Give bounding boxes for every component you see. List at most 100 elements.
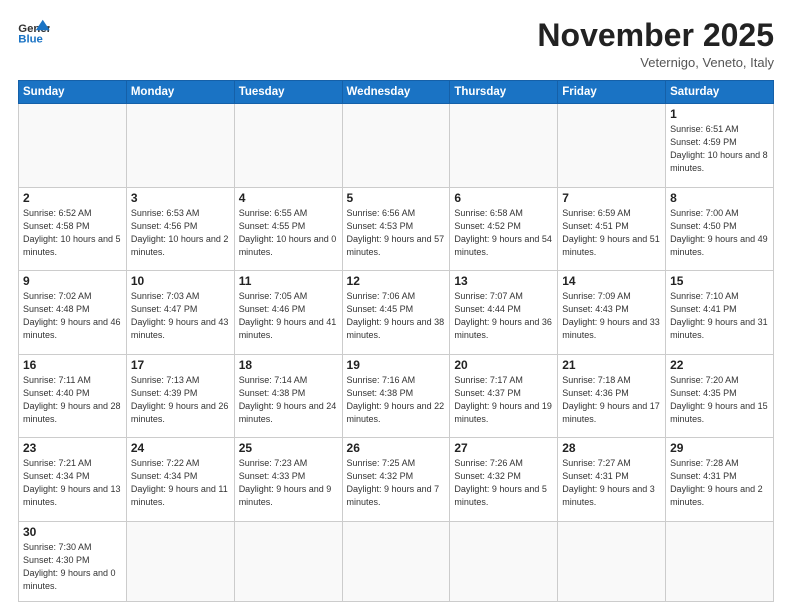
table-row — [666, 521, 774, 601]
day-info: Sunrise: 6:53 AM Sunset: 4:56 PM Dayligh… — [131, 207, 230, 259]
day-info: Sunrise: 7:13 AM Sunset: 4:39 PM Dayligh… — [131, 374, 230, 426]
day-info: Sunrise: 7:10 AM Sunset: 4:41 PM Dayligh… — [670, 290, 769, 342]
day-number: 16 — [23, 358, 122, 372]
day-number: 2 — [23, 191, 122, 205]
day-number: 4 — [239, 191, 338, 205]
day-number: 20 — [454, 358, 553, 372]
day-info: Sunrise: 7:06 AM Sunset: 4:45 PM Dayligh… — [347, 290, 446, 342]
day-number: 13 — [454, 274, 553, 288]
day-info: Sunrise: 7:21 AM Sunset: 4:34 PM Dayligh… — [23, 457, 122, 509]
day-number: 21 — [562, 358, 661, 372]
table-row: 6Sunrise: 6:58 AM Sunset: 4:52 PM Daylig… — [450, 187, 558, 270]
day-number: 8 — [670, 191, 769, 205]
title-block: November 2025 Veternigo, Veneto, Italy — [537, 18, 774, 70]
header-wednesday: Wednesday — [342, 81, 450, 104]
day-info: Sunrise: 6:58 AM Sunset: 4:52 PM Dayligh… — [454, 207, 553, 259]
day-number: 17 — [131, 358, 230, 372]
day-info: Sunrise: 7:17 AM Sunset: 4:37 PM Dayligh… — [454, 374, 553, 426]
table-row: 17 Sunrise: 7:13 AM Sunset: 4:39 PM Dayli… — [126, 354, 234, 437]
table-row: 3 Sunrise: 6:53 AM Sunset: 4:56 PM Daylig… — [126, 187, 234, 270]
day-info: Sunrise: 7:28 AM Sunset: 4:31 PM Dayligh… — [670, 457, 769, 509]
table-row: 25Sunrise: 7:23 AM Sunset: 4:33 PM Dayli… — [234, 438, 342, 521]
day-info: Sunrise: 7:27 AM Sunset: 4:31 PM Dayligh… — [562, 457, 661, 509]
day-info: Sunrise: 7:02 AM Sunset: 4:48 PM Dayligh… — [23, 290, 122, 342]
logo-icon: General Blue — [18, 18, 50, 46]
table-row: 30Sunrise: 7:30 AM Sunset: 4:30 PM Dayli… — [19, 521, 127, 601]
day-number: 29 — [670, 441, 769, 455]
day-info: Sunrise: 7:07 AM Sunset: 4:44 PM Dayligh… — [454, 290, 553, 342]
table-row — [234, 521, 342, 601]
table-row: 16Sunrise: 7:11 AM Sunset: 4:40 PM Dayli… — [19, 354, 127, 437]
table-row: 1Sunrise: 6:51 AM Sunset: 4:59 PM Daylig… — [666, 104, 774, 187]
header-friday: Friday — [558, 81, 666, 104]
day-number: 27 — [454, 441, 553, 455]
table-row — [558, 521, 666, 601]
table-row — [450, 104, 558, 187]
calendar-page: General Blue November 2025 Veternigo, Ve… — [0, 0, 792, 612]
day-info: Sunrise: 7:03 AM Sunset: 4:47 PM Dayligh… — [131, 290, 230, 342]
table-row: 14 Sunrise: 7:09 AM Sunset: 4:43 PM Dayli… — [558, 271, 666, 354]
table-row: 4Sunrise: 6:55 AM Sunset: 4:55 PM Daylig… — [234, 187, 342, 270]
day-info: Sunrise: 7:22 AM Sunset: 4:34 PM Dayligh… — [131, 457, 230, 509]
day-number: 24 — [131, 441, 230, 455]
table-row: 9 Sunrise: 7:02 AM Sunset: 4:48 PM Daylig… — [19, 271, 127, 354]
table-row: 18 Sunrise: 7:14 AM Sunset: 4:38 PM Dayli… — [234, 354, 342, 437]
header-tuesday: Tuesday — [234, 81, 342, 104]
day-number: 30 — [23, 525, 122, 539]
table-row: 23Sunrise: 7:21 AM Sunset: 4:34 PM Dayli… — [19, 438, 127, 521]
table-row — [558, 104, 666, 187]
table-row: 26 Sunrise: 7:25 AM Sunset: 4:32 PM Dayli… — [342, 438, 450, 521]
table-row — [342, 521, 450, 601]
table-row — [342, 104, 450, 187]
day-info: Sunrise: 6:51 AM Sunset: 4:59 PM Dayligh… — [670, 123, 769, 175]
table-row: 7 Sunrise: 6:59 AM Sunset: 4:51 PM Daylig… — [558, 187, 666, 270]
logo: General Blue — [18, 18, 50, 46]
table-row: 19Sunrise: 7:16 AM Sunset: 4:38 PM Dayli… — [342, 354, 450, 437]
header-sunday: Sunday — [19, 81, 127, 104]
header-saturday: Saturday — [666, 81, 774, 104]
day-number: 28 — [562, 441, 661, 455]
day-number: 26 — [347, 441, 446, 455]
day-info: Sunrise: 6:52 AM Sunset: 4:58 PM Dayligh… — [23, 207, 122, 259]
day-info: Sunrise: 7:25 AM Sunset: 4:32 PM Dayligh… — [347, 457, 446, 509]
header: General Blue November 2025 Veternigo, Ve… — [18, 18, 774, 70]
table-row: 21 Sunrise: 7:18 AM Sunset: 4:36 PM Dayli… — [558, 354, 666, 437]
day-info: Sunrise: 7:26 AM Sunset: 4:32 PM Dayligh… — [454, 457, 553, 509]
calendar-table: Sunday Monday Tuesday Wednesday Thursday… — [18, 80, 774, 602]
day-info: Sunrise: 7:05 AM Sunset: 4:46 PM Dayligh… — [239, 290, 338, 342]
table-row: 5 Sunrise: 6:56 AM Sunset: 4:53 PM Daylig… — [342, 187, 450, 270]
day-number: 9 — [23, 274, 122, 288]
day-number: 19 — [347, 358, 446, 372]
table-row — [126, 104, 234, 187]
day-number: 7 — [562, 191, 661, 205]
table-row — [126, 521, 234, 601]
table-row: 12 Sunrise: 7:06 AM Sunset: 4:45 PM Dayli… — [342, 271, 450, 354]
day-number: 3 — [131, 191, 230, 205]
table-row: 8 Sunrise: 7:00 AM Sunset: 4:50 PM Daylig… — [666, 187, 774, 270]
day-number: 15 — [670, 274, 769, 288]
table-row: 15 Sunrise: 7:10 AM Sunset: 4:41 PM Dayli… — [666, 271, 774, 354]
day-info: Sunrise: 6:59 AM Sunset: 4:51 PM Dayligh… — [562, 207, 661, 259]
day-info: Sunrise: 6:56 AM Sunset: 4:53 PM Dayligh… — [347, 207, 446, 259]
day-number: 22 — [670, 358, 769, 372]
table-row: 22Sunrise: 7:20 AM Sunset: 4:35 PM Dayli… — [666, 354, 774, 437]
calendar-header-row: Sunday Monday Tuesday Wednesday Thursday… — [19, 81, 774, 104]
day-number: 14 — [562, 274, 661, 288]
day-info: Sunrise: 7:14 AM Sunset: 4:38 PM Dayligh… — [239, 374, 338, 426]
table-row: 27 Sunrise: 7:26 AM Sunset: 4:32 PM Dayli… — [450, 438, 558, 521]
day-number: 12 — [347, 274, 446, 288]
header-monday: Monday — [126, 81, 234, 104]
day-info: Sunrise: 7:00 AM Sunset: 4:50 PM Dayligh… — [670, 207, 769, 259]
table-row: 28 Sunrise: 7:27 AM Sunset: 4:31 PM Dayli… — [558, 438, 666, 521]
table-row: 11 Sunrise: 7:05 AM Sunset: 4:46 PM Dayli… — [234, 271, 342, 354]
table-row — [19, 104, 127, 187]
table-row — [234, 104, 342, 187]
table-row: 10Sunrise: 7:03 AM Sunset: 4:47 PM Dayli… — [126, 271, 234, 354]
day-info: Sunrise: 7:18 AM Sunset: 4:36 PM Dayligh… — [562, 374, 661, 426]
day-number: 18 — [239, 358, 338, 372]
table-row: 24 Sunrise: 7:22 AM Sunset: 4:34 PM Dayli… — [126, 438, 234, 521]
table-row — [450, 521, 558, 601]
day-number: 11 — [239, 274, 338, 288]
day-number: 5 — [347, 191, 446, 205]
day-info: Sunrise: 7:09 AM Sunset: 4:43 PM Dayligh… — [562, 290, 661, 342]
